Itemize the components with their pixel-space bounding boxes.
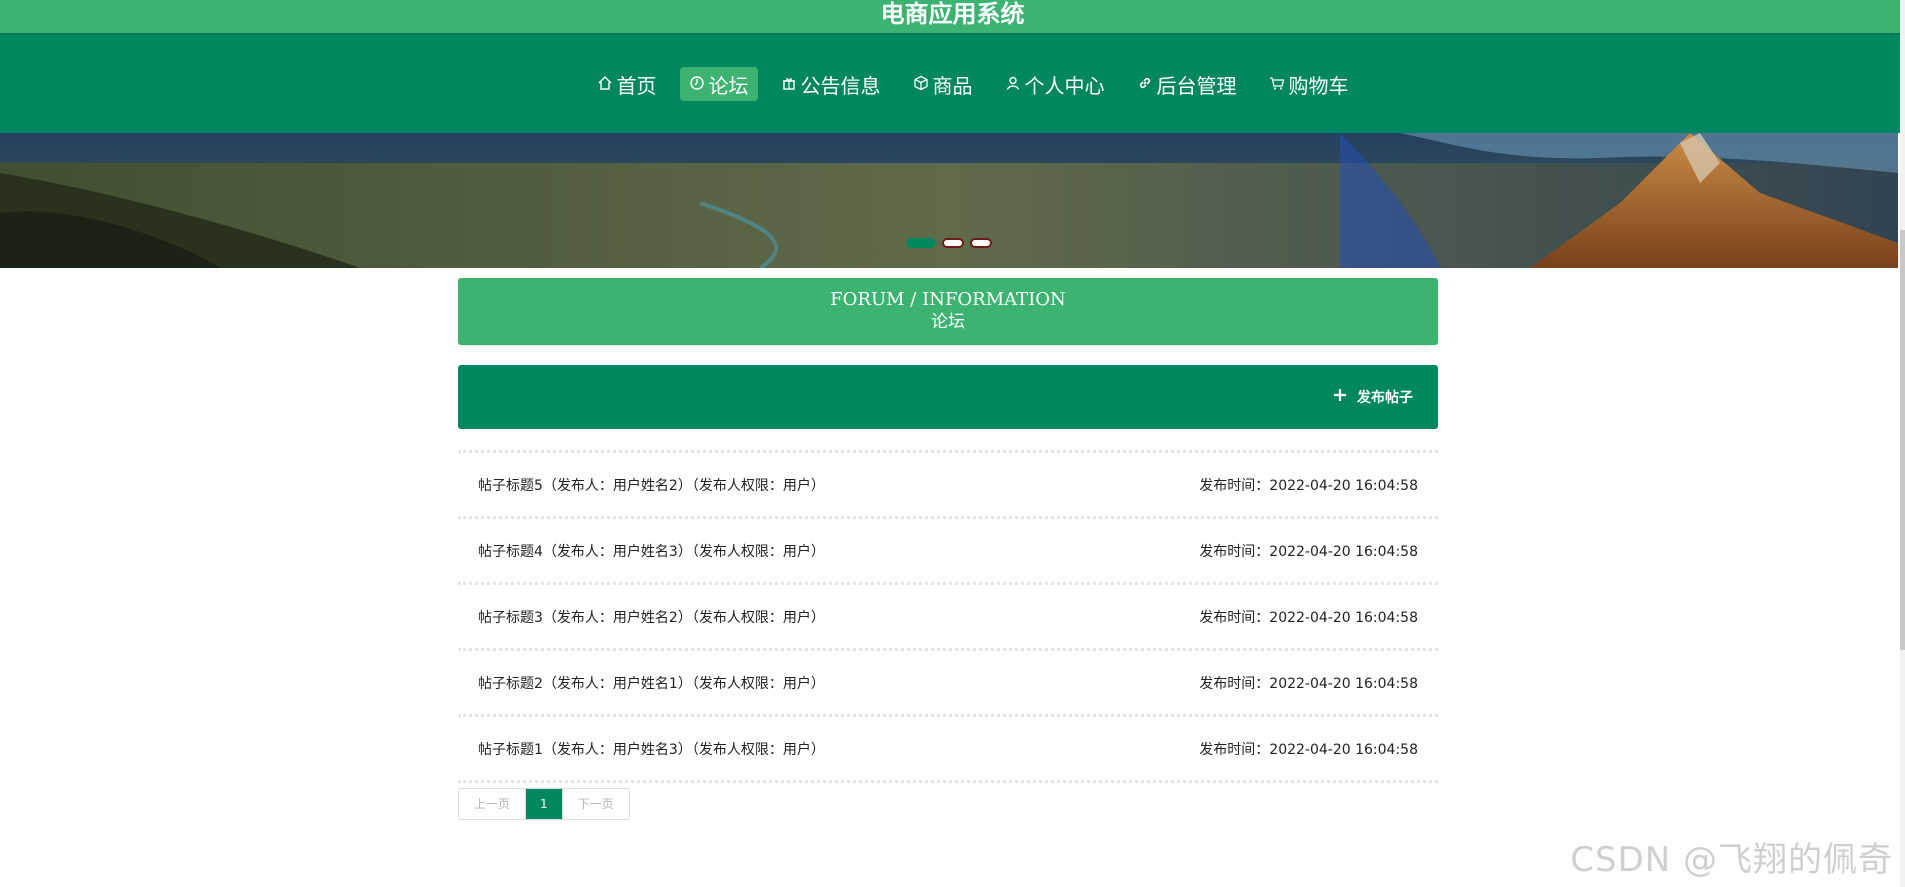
section-header: FORUM / INFORMATION 论坛 — [458, 278, 1438, 345]
section-title-en: FORUM / INFORMATION — [830, 289, 1066, 310]
clock-icon — [689, 72, 705, 96]
next-page-button[interactable]: 下一页 — [561, 789, 629, 819]
nav-item-label: 公告信息 — [800, 73, 881, 98]
user-icon — [1005, 72, 1021, 96]
post-row[interactable]: 帖子标题3（发布人：用户姓名2）（发布人权限：用户） 发布时间：2022-04-… — [458, 582, 1438, 648]
nav-item-profile[interactable]: 个人中心 — [996, 67, 1114, 101]
post-time: 发布时间：2022-04-20 16:04:58 — [1199, 543, 1418, 560]
plus-icon — [1333, 388, 1347, 406]
post-row[interactable]: 帖子标题1（发布人：用户姓名3）（发布人权限：用户） 发布时间：2022-04-… — [458, 714, 1438, 780]
nav-item-forum[interactable]: 论坛 — [679, 67, 758, 101]
pagination: 上一页 1 下一页 — [458, 788, 630, 820]
nav-item-admin[interactable]: 后台管理 — [1128, 67, 1246, 101]
add-post-button[interactable]: 发布帖子 — [1333, 387, 1413, 407]
app-title: 电商应用系统 — [880, 0, 1025, 28]
watermark: CSDN @飞翔的佩奇 — [1570, 840, 1893, 880]
post-list-divider — [458, 780, 1438, 783]
post-title: 帖子标题4（发布人：用户姓名3）（发布人权限：用户） — [478, 543, 825, 560]
post-time: 发布时间：2022-04-20 16:04:58 — [1199, 609, 1418, 626]
nav-item-label: 个人中心 — [1024, 73, 1105, 98]
post-title: 帖子标题2（发布人：用户姓名1）（发布人权限：用户） — [478, 675, 825, 692]
nav-item-label: 商品 — [932, 73, 973, 98]
home-icon — [597, 72, 613, 96]
add-post-label: 发布帖子 — [1357, 390, 1413, 406]
post-time: 发布时间：2022-04-20 16:04:58 — [1199, 477, 1418, 494]
post-time: 发布时间：2022-04-20 16:04:58 — [1199, 741, 1418, 758]
nav-item-label: 后台管理 — [1156, 73, 1237, 98]
post-title: 帖子标题5（发布人：用户姓名2）（发布人权限：用户） — [478, 477, 825, 494]
forum-action-bar: 发布帖子 — [458, 365, 1438, 429]
page-number-button[interactable]: 1 — [525, 789, 562, 819]
post-row[interactable]: 帖子标题2（发布人：用户姓名1）（发布人权限：用户） 发布时间：2022-04-… — [458, 648, 1438, 714]
post-row[interactable]: 帖子标题5（发布人：用户姓名2）（发布人权限：用户） 发布时间：2022-04-… — [458, 450, 1438, 516]
carousel-dot[interactable] — [942, 238, 964, 248]
box-icon — [913, 72, 929, 96]
carousel-indicators — [906, 238, 992, 248]
nav-item-label: 首页 — [616, 73, 657, 98]
carousel-dot[interactable] — [906, 238, 936, 248]
section-title-zh: 论坛 — [931, 312, 965, 332]
nav-item-cart[interactable]: 购物车 — [1260, 67, 1358, 101]
nav-item-products[interactable]: 商品 — [904, 67, 982, 101]
nav-item-home[interactable]: 首页 — [588, 67, 666, 101]
gift-icon — [781, 72, 797, 96]
nav-item-announcements[interactable]: 公告信息 — [772, 67, 890, 101]
link-icon — [1137, 72, 1153, 96]
scrollbar-thumb[interactable] — [1900, 230, 1905, 650]
main-nav: 首页 论坛 公告信息 商品 个人中心 后台管理 购物车 — [0, 33, 1905, 133]
post-title: 帖子标题1（发布人：用户姓名3）（发布人权限：用户） — [478, 741, 825, 758]
page-scrollbar[interactable] — [1900, 0, 1905, 887]
app-title-bar: 电商应用系统 — [0, 0, 1905, 33]
post-row[interactable]: 帖子标题4（发布人：用户姓名3）（发布人权限：用户） 发布时间：2022-04-… — [458, 516, 1438, 582]
prev-page-button[interactable]: 上一页 — [459, 789, 526, 819]
post-title: 帖子标题3（发布人：用户姓名2）（发布人权限：用户） — [478, 609, 825, 626]
nav-item-label: 论坛 — [708, 73, 749, 98]
post-list: 帖子标题5（发布人：用户姓名2）（发布人权限：用户） 发布时间：2022-04-… — [458, 450, 1438, 783]
nav-item-label: 购物车 — [1288, 73, 1349, 98]
cart-icon — [1269, 72, 1285, 96]
carousel-dot[interactable] — [970, 238, 992, 248]
post-time: 发布时间：2022-04-20 16:04:58 — [1199, 675, 1418, 692]
